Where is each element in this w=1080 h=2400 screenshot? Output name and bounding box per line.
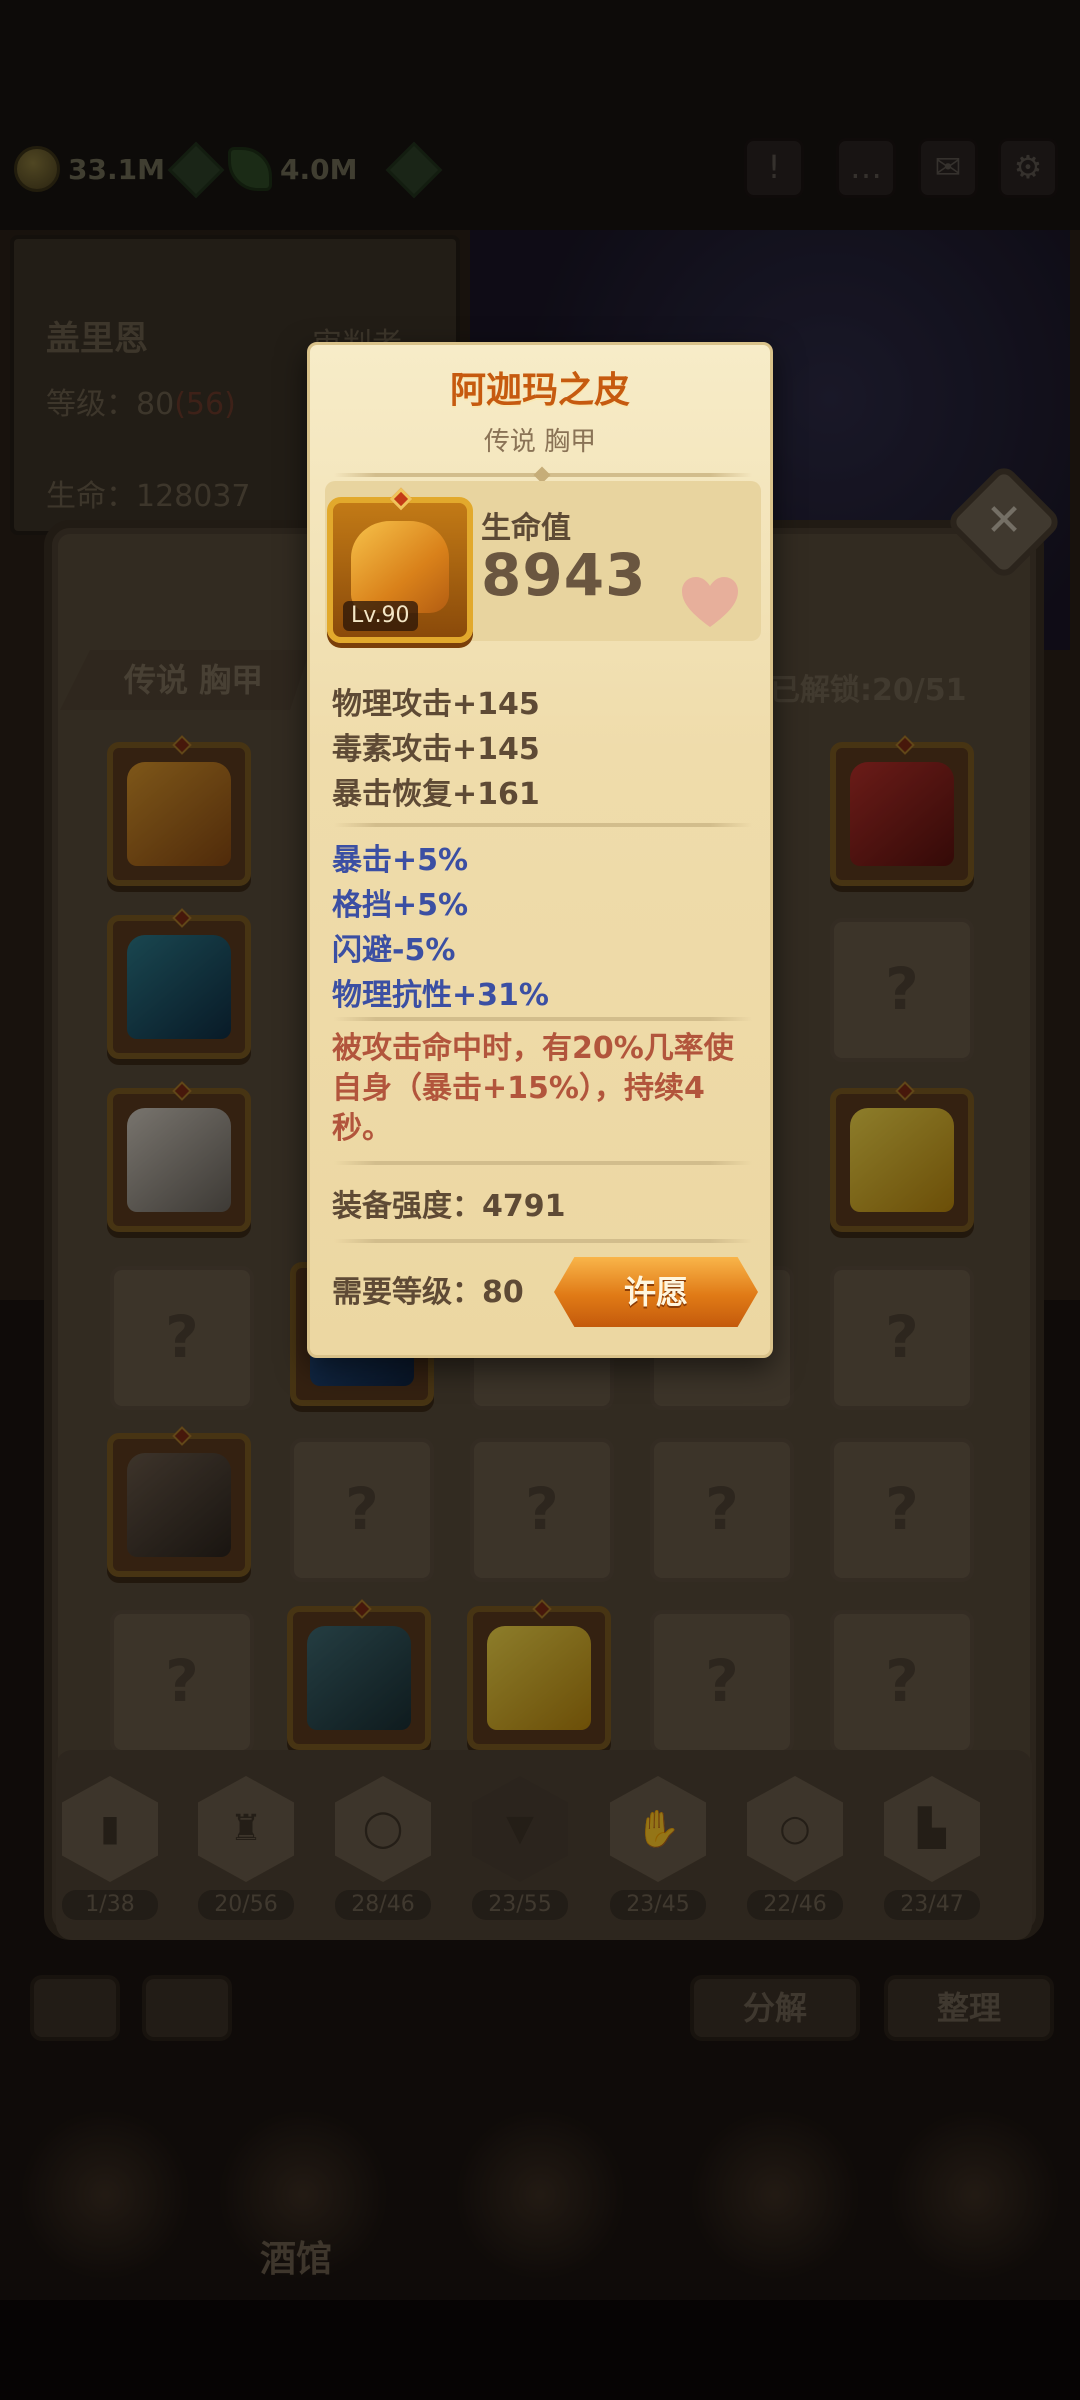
divider bbox=[334, 823, 752, 827]
base-stat: 毒素攻击+145 bbox=[332, 732, 540, 767]
heart-icon bbox=[682, 577, 738, 627]
wish-button[interactable]: 许愿 bbox=[554, 1257, 758, 1327]
hp-value: 8943 bbox=[481, 541, 647, 609]
item-type: 传说 胸甲 bbox=[483, 427, 597, 457]
level-requirement: 需要等级：80 bbox=[332, 1275, 524, 1310]
bonus-stat: 格挡+5% bbox=[332, 888, 469, 923]
divider bbox=[334, 1161, 752, 1165]
item-level-badge: Lv.90 bbox=[343, 601, 418, 631]
bonus-stat: 闪避-5% bbox=[332, 933, 456, 968]
bonus-stat: 暴击+5% bbox=[332, 843, 469, 878]
base-stat: 暴击恢复+161 bbox=[332, 777, 540, 812]
item-cloak-icon: Lv.90 bbox=[327, 487, 473, 643]
game-screen: 33.1M 4.0M ! … ✉ ⚙ 盖里恩 审判者 等级：80(56) 生命：… bbox=[0, 0, 1080, 2400]
item-tooltip: 阿迦玛之皮 传说 胸甲 Lv.90 生命值 8943 物理攻击+145 毒素攻击… bbox=[307, 342, 773, 1358]
item-name: 阿迦玛之皮 bbox=[449, 370, 630, 411]
equipment-power: 装备强度：4791 bbox=[332, 1189, 566, 1224]
divider bbox=[334, 1017, 752, 1021]
divider bbox=[334, 1239, 752, 1243]
special-effect-text: 被攻击命中时，有20%几率使自身（暴击+15%），持续4秒。 bbox=[332, 1031, 734, 1146]
bonus-stat: 物理抗性+31% bbox=[332, 978, 549, 1013]
base-stat: 物理攻击+145 bbox=[332, 687, 540, 722]
